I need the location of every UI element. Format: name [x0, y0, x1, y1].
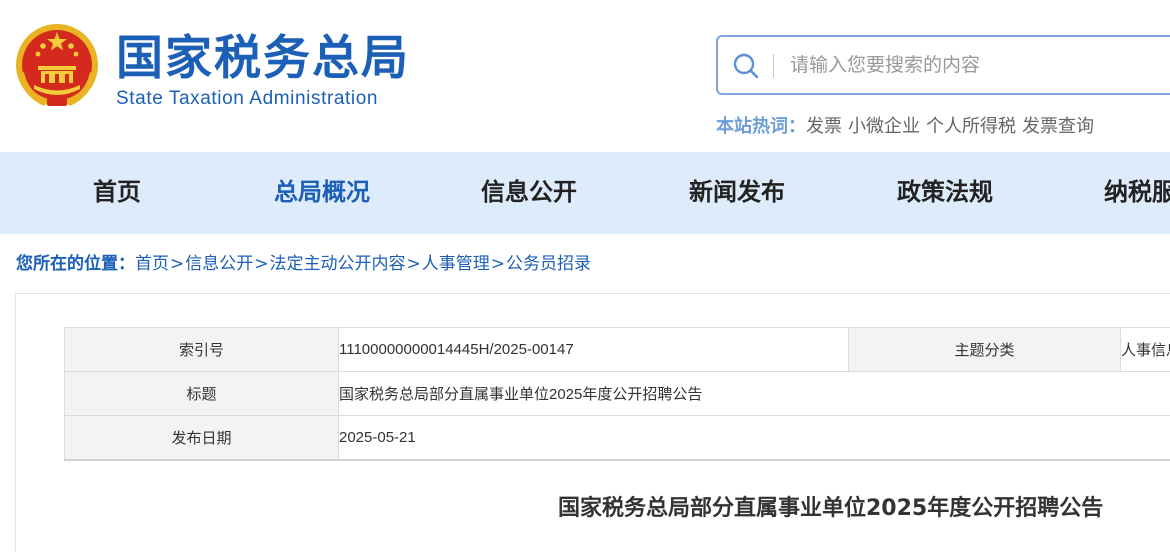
- breadcrumb-link[interactable]: 人事管理: [422, 254, 490, 274]
- breadcrumb-link[interactable]: 法定主动公开内容: [270, 254, 406, 274]
- search-icon[interactable]: [732, 52, 760, 80]
- site-name-en[interactable]: State Taxation Administration: [116, 88, 378, 110]
- search-input[interactable]: [790, 47, 1170, 83]
- meta-label-date: 发布日期: [64, 415, 339, 461]
- hotword-link[interactable]: 发票查询: [1022, 116, 1094, 137]
- hotword-link[interactable]: 个人所得税: [926, 116, 1016, 137]
- meta-row-title: 标题 国家税务总局部分直属事业单位2025年度公开招聘公告: [64, 371, 1170, 416]
- main-nav: 首页 总局概况 信息公开 新闻发布 政策法规 纳税服务: [0, 152, 1170, 234]
- breadcrumb-link[interactable]: 公务员招录: [506, 254, 591, 274]
- national-emblem-icon[interactable]: [14, 22, 100, 108]
- nav-item-home[interactable]: 首页: [93, 152, 141, 234]
- meta-label-title: 标题: [64, 371, 339, 416]
- search-box[interactable]: [716, 35, 1170, 95]
- hotwords: 本站热词：发票 小微企业 个人所得税 发票查询: [716, 113, 1094, 141]
- site-header: 国家税务总局 State Taxation Administration 本站热…: [0, 0, 1170, 152]
- breadcrumb-separator: >: [254, 254, 269, 274]
- meta-value-date: 2025-05-21: [338, 415, 1170, 461]
- meta-value-title: 国家税务总局部分直属事业单位2025年度公开招聘公告: [338, 371, 1170, 416]
- nav-item-news[interactable]: 新闻发布: [689, 152, 785, 234]
- meta-label-index: 索引号: [64, 327, 339, 372]
- breadcrumb-separator: >: [406, 254, 421, 274]
- hotwords-label: 本站热词：: [716, 116, 806, 137]
- breadcrumb-separator: >: [170, 254, 185, 274]
- breadcrumb-separator: >: [490, 254, 505, 274]
- breadcrumb-link[interactable]: 首页: [135, 254, 169, 274]
- nav-item-tax-service[interactable]: 纳税服务: [1104, 152, 1170, 234]
- breadcrumb: 您所在的位置：首页>信息公开>法定主动公开内容>人事管理>公务员招录: [16, 250, 591, 278]
- article-title: 国家税务总局部分直属事业单位2025年度公开招聘公告: [558, 496, 1104, 521]
- breadcrumb-label: 您所在的位置：: [16, 254, 135, 274]
- nav-item-info-disclosure[interactable]: 信息公开: [481, 152, 577, 234]
- search-divider: [773, 54, 774, 78]
- document-meta-table: 索引号 11100000000014445H/2025-00147 主题分类 人…: [64, 327, 1170, 461]
- nav-item-overview[interactable]: 总局概况: [274, 152, 370, 234]
- meta-value-topic: 人事信息: [1120, 327, 1170, 372]
- meta-label-topic: 主题分类: [848, 327, 1121, 372]
- meta-row-date: 发布日期 2025-05-21: [64, 415, 1170, 461]
- meta-row-index: 索引号 11100000000014445H/2025-00147 主题分类 人…: [64, 327, 1170, 372]
- breadcrumb-link[interactable]: 信息公开: [185, 254, 253, 274]
- hotword-link[interactable]: 发票: [806, 116, 842, 137]
- nav-item-policy[interactable]: 政策法规: [897, 152, 993, 234]
- hotword-link[interactable]: 小微企业: [848, 116, 920, 137]
- site-name-cn[interactable]: 国家税务总局: [116, 30, 410, 88]
- meta-value-index: 11100000000014445H/2025-00147: [338, 327, 849, 372]
